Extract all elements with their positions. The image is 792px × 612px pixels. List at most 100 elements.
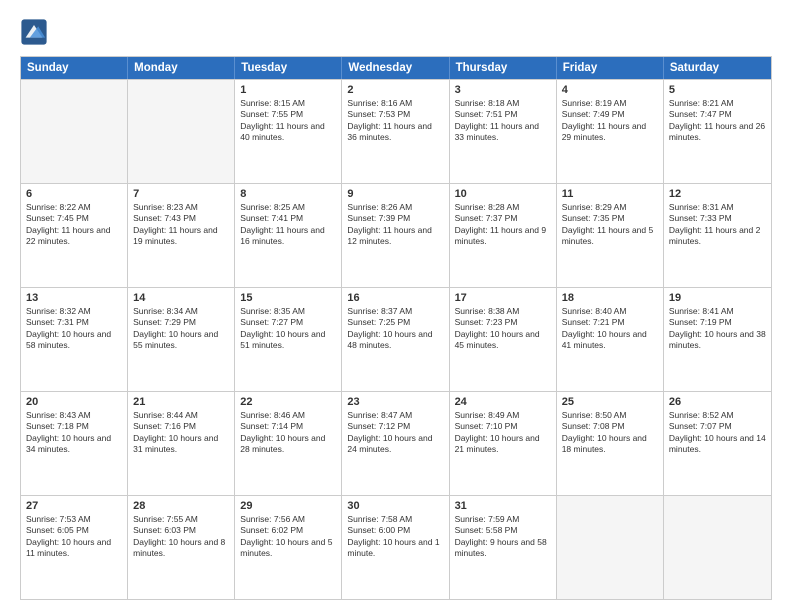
calendar-cell: 15 Sunrise: 8:35 AM Sunset: 7:27 PM Dayli… bbox=[235, 288, 342, 391]
cell-detail: Sunrise: 8:38 AM Sunset: 7:23 PM Dayligh… bbox=[455, 306, 551, 352]
cell-detail: Sunrise: 8:43 AM Sunset: 7:18 PM Dayligh… bbox=[26, 410, 122, 456]
header-day: Wednesday bbox=[342, 57, 449, 79]
header-day: Thursday bbox=[450, 57, 557, 79]
day-number: 29 bbox=[240, 500, 336, 512]
calendar-cell: 22 Sunrise: 8:46 AM Sunset: 7:14 PM Dayli… bbox=[235, 392, 342, 495]
calendar-cell: 7Sunrise: 8:23 AM Sunset: 7:43 PM Daylig… bbox=[128, 184, 235, 287]
cell-detail: Sunrise: 8:49 AM Sunset: 7:10 PM Dayligh… bbox=[455, 410, 551, 456]
calendar-header: SundayMondayTuesdayWednesdayThursdayFrid… bbox=[21, 57, 771, 79]
calendar-cell: 20 Sunrise: 8:43 AM Sunset: 7:18 PM Dayli… bbox=[21, 392, 128, 495]
calendar-cell: 26Sunrise: 8:52 AM Sunset: 7:07 PM Dayli… bbox=[664, 392, 771, 495]
cell-detail: Sunrise: 8:47 AM Sunset: 7:12 PM Dayligh… bbox=[347, 410, 443, 456]
calendar-cell: 9 Sunrise: 8:26 AM Sunset: 7:39 PM Daylig… bbox=[342, 184, 449, 287]
calendar-cell: 11 Sunrise: 8:29 AM Sunset: 7:35 PM Dayli… bbox=[557, 184, 664, 287]
cell-detail: Sunrise: 8:25 AM Sunset: 7:41 PM Dayligh… bbox=[240, 202, 336, 248]
cell-detail: Sunrise: 7:53 AM Sunset: 6:05 PM Dayligh… bbox=[26, 514, 122, 560]
header-day: Sunday bbox=[21, 57, 128, 79]
calendar-week: 27 Sunrise: 7:53 AM Sunset: 6:05 PM Dayli… bbox=[21, 495, 771, 599]
header-day: Saturday bbox=[664, 57, 771, 79]
calendar-cell: 16 Sunrise: 8:37 AM Sunset: 7:25 PM Dayli… bbox=[342, 288, 449, 391]
day-number: 27 bbox=[26, 500, 122, 512]
calendar-cell bbox=[664, 496, 771, 599]
day-number: 14 bbox=[133, 292, 229, 304]
calendar-cell: 24 Sunrise: 8:49 AM Sunset: 7:10 PM Dayli… bbox=[450, 392, 557, 495]
logo bbox=[20, 18, 52, 46]
cell-detail: Sunrise: 8:31 AM Sunset: 7:33 PM Dayligh… bbox=[669, 202, 766, 248]
day-number: 28 bbox=[133, 500, 229, 512]
calendar-week: 13 Sunrise: 8:32 AM Sunset: 7:31 PM Dayli… bbox=[21, 287, 771, 391]
cell-detail: Sunrise: 8:19 AM Sunset: 7:49 PM Dayligh… bbox=[562, 98, 658, 144]
calendar-cell bbox=[557, 496, 664, 599]
header-day: Monday bbox=[128, 57, 235, 79]
calendar-cell: 29 Sunrise: 7:56 AM Sunset: 6:02 PM Dayli… bbox=[235, 496, 342, 599]
day-number: 11 bbox=[562, 188, 658, 200]
cell-detail: Sunrise: 8:18 AM Sunset: 7:51 PM Dayligh… bbox=[455, 98, 551, 144]
day-number: 15 bbox=[240, 292, 336, 304]
day-number: 20 bbox=[26, 396, 122, 408]
calendar-cell: 23 Sunrise: 8:47 AM Sunset: 7:12 PM Dayli… bbox=[342, 392, 449, 495]
day-number: 16 bbox=[347, 292, 443, 304]
cell-detail: Sunrise: 8:16 AM Sunset: 7:53 PM Dayligh… bbox=[347, 98, 443, 144]
cell-detail: Sunrise: 8:35 AM Sunset: 7:27 PM Dayligh… bbox=[240, 306, 336, 352]
day-number: 4 bbox=[562, 84, 658, 96]
calendar-cell: 1 Sunrise: 8:15 AM Sunset: 7:55 PM Daylig… bbox=[235, 80, 342, 183]
day-number: 22 bbox=[240, 396, 336, 408]
day-number: 12 bbox=[669, 188, 766, 200]
calendar-cell: 31 Sunrise: 7:59 AM Sunset: 5:58 PM Dayli… bbox=[450, 496, 557, 599]
calendar-cell: 8 Sunrise: 8:25 AM Sunset: 7:41 PM Daylig… bbox=[235, 184, 342, 287]
calendar-week: 1 Sunrise: 8:15 AM Sunset: 7:55 PM Daylig… bbox=[21, 79, 771, 183]
cell-detail: Sunrise: 7:56 AM Sunset: 6:02 PM Dayligh… bbox=[240, 514, 336, 560]
cell-detail: Sunrise: 8:21 AM Sunset: 7:47 PM Dayligh… bbox=[669, 98, 766, 144]
cell-detail: Sunrise: 8:32 AM Sunset: 7:31 PM Dayligh… bbox=[26, 306, 122, 352]
calendar-cell bbox=[128, 80, 235, 183]
calendar: SundayMondayTuesdayWednesdayThursdayFrid… bbox=[20, 56, 772, 600]
header-day: Tuesday bbox=[235, 57, 342, 79]
day-number: 18 bbox=[562, 292, 658, 304]
day-number: 19 bbox=[669, 292, 766, 304]
cell-detail: Sunrise: 8:29 AM Sunset: 7:35 PM Dayligh… bbox=[562, 202, 658, 248]
day-number: 31 bbox=[455, 500, 551, 512]
calendar-cell: 18 Sunrise: 8:40 AM Sunset: 7:21 PM Dayli… bbox=[557, 288, 664, 391]
day-number: 8 bbox=[240, 188, 336, 200]
logo-icon bbox=[20, 18, 48, 46]
cell-detail: Sunrise: 8:15 AM Sunset: 7:55 PM Dayligh… bbox=[240, 98, 336, 144]
cell-detail: Sunrise: 8:34 AM Sunset: 7:29 PM Dayligh… bbox=[133, 306, 229, 352]
day-number: 1 bbox=[240, 84, 336, 96]
day-number: 7 bbox=[133, 188, 229, 200]
calendar-cell: 6 Sunrise: 8:22 AM Sunset: 7:45 PM Daylig… bbox=[21, 184, 128, 287]
cell-detail: Sunrise: 7:58 AM Sunset: 6:00 PM Dayligh… bbox=[347, 514, 443, 560]
cell-detail: Sunrise: 7:55 AM Sunset: 6:03 PM Dayligh… bbox=[133, 514, 229, 560]
cell-detail: Sunrise: 8:40 AM Sunset: 7:21 PM Dayligh… bbox=[562, 306, 658, 352]
cell-detail: Sunrise: 8:44 AM Sunset: 7:16 PM Dayligh… bbox=[133, 410, 229, 456]
cell-detail: Sunrise: 8:28 AM Sunset: 7:37 PM Dayligh… bbox=[455, 202, 551, 248]
calendar-cell: 10 Sunrise: 8:28 AM Sunset: 7:37 PM Dayli… bbox=[450, 184, 557, 287]
day-number: 24 bbox=[455, 396, 551, 408]
calendar-cell: 3 Sunrise: 8:18 AM Sunset: 7:51 PM Daylig… bbox=[450, 80, 557, 183]
cell-detail: Sunrise: 8:26 AM Sunset: 7:39 PM Dayligh… bbox=[347, 202, 443, 248]
page-header bbox=[20, 18, 772, 46]
cell-detail: Sunrise: 8:22 AM Sunset: 7:45 PM Dayligh… bbox=[26, 202, 122, 248]
cell-detail: Sunrise: 8:37 AM Sunset: 7:25 PM Dayligh… bbox=[347, 306, 443, 352]
cell-detail: Sunrise: 8:46 AM Sunset: 7:14 PM Dayligh… bbox=[240, 410, 336, 456]
header-day: Friday bbox=[557, 57, 664, 79]
day-number: 13 bbox=[26, 292, 122, 304]
day-number: 6 bbox=[26, 188, 122, 200]
day-number: 3 bbox=[455, 84, 551, 96]
cell-detail: Sunrise: 8:41 AM Sunset: 7:19 PM Dayligh… bbox=[669, 306, 766, 352]
calendar-cell: 14 Sunrise: 8:34 AM Sunset: 7:29 PM Dayli… bbox=[128, 288, 235, 391]
calendar-cell: 13 Sunrise: 8:32 AM Sunset: 7:31 PM Dayli… bbox=[21, 288, 128, 391]
calendar-cell: 19 Sunrise: 8:41 AM Sunset: 7:19 PM Dayli… bbox=[664, 288, 771, 391]
calendar-cell: 21 Sunrise: 8:44 AM Sunset: 7:16 PM Dayli… bbox=[128, 392, 235, 495]
calendar-week: 20 Sunrise: 8:43 AM Sunset: 7:18 PM Dayli… bbox=[21, 391, 771, 495]
day-number: 10 bbox=[455, 188, 551, 200]
day-number: 9 bbox=[347, 188, 443, 200]
calendar-cell: 25Sunrise: 8:50 AM Sunset: 7:08 PM Dayli… bbox=[557, 392, 664, 495]
day-number: 17 bbox=[455, 292, 551, 304]
day-number: 21 bbox=[133, 396, 229, 408]
calendar-cell: 12 Sunrise: 8:31 AM Sunset: 7:33 PM Dayli… bbox=[664, 184, 771, 287]
calendar-cell bbox=[21, 80, 128, 183]
calendar-cell: 28 Sunrise: 7:55 AM Sunset: 6:03 PM Dayli… bbox=[128, 496, 235, 599]
cell-detail: Sunrise: 7:59 AM Sunset: 5:58 PM Dayligh… bbox=[455, 514, 551, 560]
calendar-week: 6 Sunrise: 8:22 AM Sunset: 7:45 PM Daylig… bbox=[21, 183, 771, 287]
day-number: 23 bbox=[347, 396, 443, 408]
